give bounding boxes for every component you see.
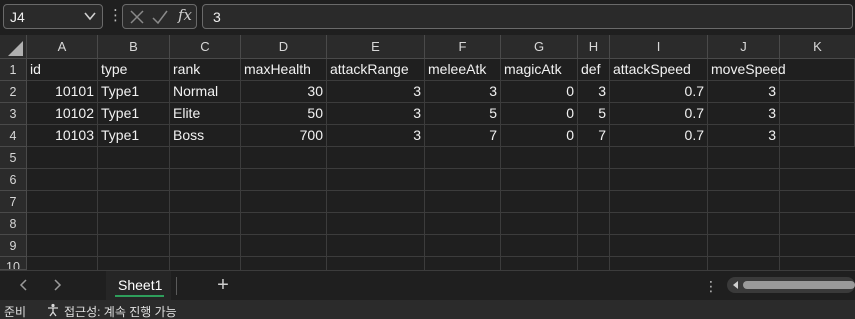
row-header-5[interactable]: 5	[0, 147, 27, 169]
cell-c4[interactable]: Boss	[170, 125, 241, 147]
cell-h3[interactable]: 5	[578, 103, 610, 125]
cell-g2[interactable]: 0	[501, 81, 578, 103]
cell-h2[interactable]: 3	[578, 81, 610, 103]
cell-g3[interactable]: 0	[501, 103, 578, 125]
cell-a3[interactable]: 10102	[27, 103, 98, 125]
cell-j2[interactable]: 3	[708, 81, 780, 103]
cell-f1[interactable]: meleeAtk	[425, 59, 501, 81]
tab-sheet1[interactable]: Sheet1	[106, 271, 171, 300]
scrollbar-thumb[interactable]	[743, 281, 855, 289]
column-header-d[interactable]: D	[241, 35, 327, 59]
column-header-e[interactable]: E	[327, 35, 425, 59]
cell-b1[interactable]: type	[98, 59, 170, 81]
cell-a1[interactable]: id	[27, 59, 98, 81]
cell-b4[interactable]: Type1	[98, 125, 170, 147]
cell-e4[interactable]: 3	[327, 125, 425, 147]
cell-d4[interactable]: 700	[241, 125, 327, 147]
name-box-value: J4	[10, 9, 25, 25]
row-header-4[interactable]: 4	[0, 125, 27, 147]
enter-icon[interactable]	[152, 9, 168, 25]
cell-f2[interactable]: 3	[425, 81, 501, 103]
sheet-tab-bar: Sheet1 + ⋮	[0, 270, 855, 300]
cell-a2[interactable]: 10101	[27, 81, 98, 103]
row-header-6[interactable]: 6	[0, 169, 27, 191]
sheet-grid: id type rank maxHealth attackRange melee…	[27, 59, 855, 270]
more-options-icon[interactable]: ⋮	[704, 278, 718, 294]
cancel-icon[interactable]	[129, 9, 145, 25]
previous-sheet-icon[interactable]	[17, 278, 31, 292]
add-sheet-button[interactable]: +	[214, 275, 232, 295]
cell-k4[interactable]	[780, 125, 855, 147]
cell-a4[interactable]: 10103	[27, 125, 98, 147]
name-box[interactable]: J4	[3, 4, 103, 29]
row-header-9[interactable]: 9	[0, 235, 27, 257]
cell-i2[interactable]: 0.7	[610, 81, 708, 103]
cell-h4[interactable]: 7	[578, 125, 610, 147]
gridlines	[97, 147, 780, 270]
cell-j1[interactable]: moveSpeed	[708, 59, 786, 81]
row-header-3[interactable]: 3	[0, 103, 27, 125]
cell-c2[interactable]: Normal	[170, 81, 241, 103]
cell-g4[interactable]: 0	[501, 125, 578, 147]
column-header-c[interactable]: C	[170, 35, 241, 59]
cell-e3[interactable]: 3	[327, 103, 425, 125]
next-sheet-icon[interactable]	[50, 278, 64, 292]
cell-e1[interactable]: attackRange	[327, 59, 425, 81]
formula-input[interactable]: 3	[202, 4, 853, 29]
column-header-row: A B C D E F G H I J K	[0, 35, 855, 59]
cell-i1[interactable]: attackSpeed	[610, 59, 708, 81]
chevron-down-icon[interactable]	[82, 7, 98, 25]
accessibility-status[interactable]: 접근성: 계속 진행 가능	[64, 303, 177, 319]
select-all-icon	[8, 41, 23, 56]
row-header-7[interactable]: 7	[0, 191, 27, 213]
cell-e2[interactable]: 3	[327, 81, 425, 103]
scroll-left-icon[interactable]	[733, 281, 738, 289]
column-header-i[interactable]: I	[610, 35, 708, 59]
cell-c1[interactable]: rank	[170, 59, 241, 81]
cell-g1[interactable]: magicAtk	[501, 59, 578, 81]
cell-h1[interactable]: def	[578, 59, 610, 81]
column-header-h[interactable]: H	[578, 35, 610, 59]
row-header-10[interactable]: 10	[0, 257, 27, 270]
cell-d2[interactable]: 30	[241, 81, 327, 103]
more-options-icon[interactable]: ⋮	[108, 8, 123, 24]
cell-k1[interactable]	[780, 59, 855, 81]
row-header-2[interactable]: 2	[0, 81, 27, 103]
active-tab-indicator	[115, 295, 164, 297]
row-header-8[interactable]: 8	[0, 213, 27, 235]
cell-b2[interactable]: Type1	[98, 81, 170, 103]
cell-f4[interactable]: 7	[425, 125, 501, 147]
cell-j3[interactable]: 3	[708, 103, 780, 125]
cell-f3[interactable]: 5	[425, 103, 501, 125]
column-header-g[interactable]: G	[501, 35, 578, 59]
cell-c3[interactable]: Elite	[170, 103, 241, 125]
status-ready: 준비	[4, 305, 27, 319]
cell-k2[interactable]	[780, 81, 855, 103]
cell-i3[interactable]: 0.7	[610, 103, 708, 125]
cell-i4[interactable]: 0.7	[610, 125, 708, 147]
formula-buttons: fx	[122, 4, 197, 29]
column-header-k[interactable]: K	[780, 35, 855, 59]
column-header-a[interactable]: A	[27, 35, 98, 59]
cell-b3[interactable]: Type1	[98, 103, 170, 125]
column-header-b[interactable]: B	[98, 35, 170, 59]
cell-k3[interactable]	[780, 103, 855, 125]
accessibility-icon[interactable]	[46, 303, 60, 317]
select-all-button[interactable]	[0, 35, 27, 59]
column-header-f[interactable]: F	[425, 35, 501, 59]
status-bar: 준비 접근성: 계속 진행 가능	[0, 300, 855, 319]
cell-j4[interactable]: 3	[708, 125, 780, 147]
tab-divider	[176, 277, 177, 295]
insert-function-icon[interactable]: fx	[178, 6, 192, 24]
formula-input-value: 3	[213, 9, 221, 25]
sheet-tab-label: Sheet1	[118, 277, 163, 293]
formula-bar: J4 ⋮ fx 3	[0, 0, 855, 33]
row-header-1[interactable]: 1	[0, 59, 27, 81]
cell-d3[interactable]: 50	[241, 103, 327, 125]
column-header-j[interactable]: J	[708, 35, 780, 59]
horizontal-scrollbar[interactable]	[727, 277, 855, 293]
cell-d1[interactable]: maxHealth	[241, 59, 327, 81]
